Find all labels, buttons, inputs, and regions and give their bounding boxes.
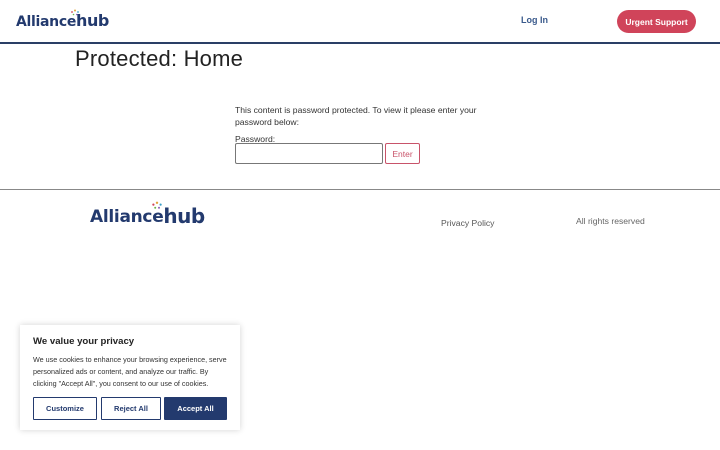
enter-button[interactable]: Enter (385, 143, 420, 164)
reject-all-button[interactable]: Reject All (101, 397, 161, 420)
site-header: Alliance hub Log In Urgent Support (0, 0, 720, 44)
protected-message: This content is password protected. To v… (235, 105, 477, 127)
logo-text-alliance: Alliance (90, 207, 164, 227)
footer-divider (0, 189, 720, 190)
logo-text-alliance: Alliance (16, 14, 77, 30)
rights-text: All rights reserved (576, 216, 645, 226)
footer-logo[interactable]: Alliance hub (90, 201, 205, 228)
privacy-policy-link[interactable]: Privacy Policy (441, 218, 494, 228)
accept-all-button[interactable]: Accept All (164, 397, 227, 420)
header-logo[interactable]: Alliance hub (16, 9, 109, 30)
page-title: Protected: Home (75, 46, 244, 71)
logo-text-hub: hub (76, 11, 109, 30)
urgent-support-button[interactable]: Urgent Support (617, 10, 696, 33)
login-link[interactable]: Log In (521, 15, 548, 25)
password-input[interactable] (235, 143, 383, 164)
cookie-description: We use cookies to enhance your browsing … (33, 355, 227, 388)
cookie-consent-banner: We value your privacy We use cookies to … (20, 325, 240, 430)
customize-button[interactable]: Customize (33, 397, 97, 420)
sparkle-icon (152, 201, 162, 209)
cookie-title: We value your privacy (33, 336, 135, 347)
logo-text-hub: hub (163, 204, 205, 228)
sparkle-icon (71, 9, 79, 16)
